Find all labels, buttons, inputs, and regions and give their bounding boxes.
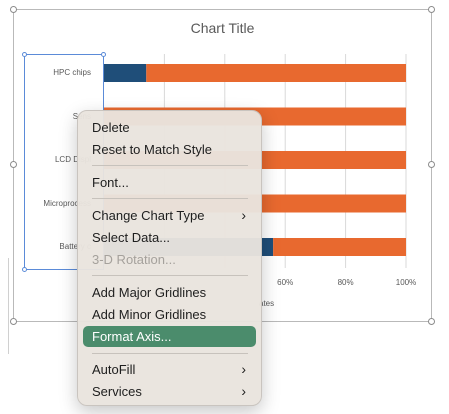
menu-item-label: Font...	[92, 175, 129, 190]
menu-item-change-chart-type[interactable]: Change Chart Type ›	[83, 205, 256, 226]
menu-item-3d-rotation: 3-D Rotation...	[83, 249, 256, 270]
menu-item-label: Services	[92, 384, 142, 399]
menu-separator	[92, 198, 248, 199]
left-panel-edge	[0, 258, 9, 354]
menu-item-label: Change Chart Type	[92, 208, 205, 223]
menu-item-label: Delete	[92, 120, 130, 135]
axis-handle-top-left[interactable]	[22, 52, 27, 57]
menu-item-add-major-gridlines[interactable]: Add Major Gridlines	[83, 282, 256, 303]
menu-item-label: Add Minor Gridlines	[92, 307, 207, 322]
bar-segment-series-2[interactable]	[146, 64, 406, 82]
menu-item-font[interactable]: Font...	[83, 172, 256, 193]
menu-separator	[92, 275, 248, 276]
chevron-right-icon: ›	[241, 383, 246, 399]
menu-item-label: Select Data...	[92, 230, 171, 245]
menu-item-services[interactable]: Services ›	[83, 381, 256, 402]
axis-handle-bottom-left[interactable]	[22, 267, 27, 272]
resize-handle-bottom-left[interactable]	[10, 318, 17, 325]
resize-handle-left[interactable]	[10, 161, 17, 168]
x-tick-label: 80%	[337, 278, 354, 287]
axis-handle-top-right[interactable]	[101, 52, 106, 57]
chevron-right-icon: ›	[241, 361, 246, 377]
resize-handle-top-left[interactable]	[10, 6, 17, 13]
menu-item-label: 3-D Rotation...	[92, 252, 176, 267]
menu-item-delete[interactable]: Delete	[83, 117, 256, 138]
x-tick-label: 60%	[277, 278, 294, 287]
menu-item-format-axis[interactable]: Format Axis...	[83, 326, 256, 347]
context-menu[interactable]: Delete Reset to Match Style Font... Chan…	[77, 110, 262, 406]
menu-separator	[92, 353, 248, 354]
menu-item-label: AutoFill	[92, 362, 136, 377]
bar-segment-series-1[interactable]	[104, 64, 147, 82]
menu-item-label: Format Axis...	[92, 329, 172, 344]
menu-item-label: Add Major Gridlines	[92, 285, 207, 300]
x-tick-label: 100%	[395, 278, 417, 287]
resize-handle-top-right[interactable]	[428, 6, 435, 13]
menu-separator	[92, 165, 248, 166]
bar-segment-series-2[interactable]	[273, 238, 406, 256]
menu-item-add-minor-gridlines[interactable]: Add Minor Gridlines	[83, 304, 256, 325]
resize-handle-bottom-right[interactable]	[428, 318, 435, 325]
menu-item-label: Reset to Match Style	[92, 142, 212, 157]
menu-item-autofill[interactable]: AutoFill ›	[83, 359, 256, 380]
chevron-right-icon: ›	[241, 207, 246, 223]
menu-item-reset-to-match-style[interactable]: Reset to Match Style	[83, 139, 256, 160]
resize-handle-right[interactable]	[428, 161, 435, 168]
menu-item-select-data[interactable]: Select Data...	[83, 227, 256, 248]
